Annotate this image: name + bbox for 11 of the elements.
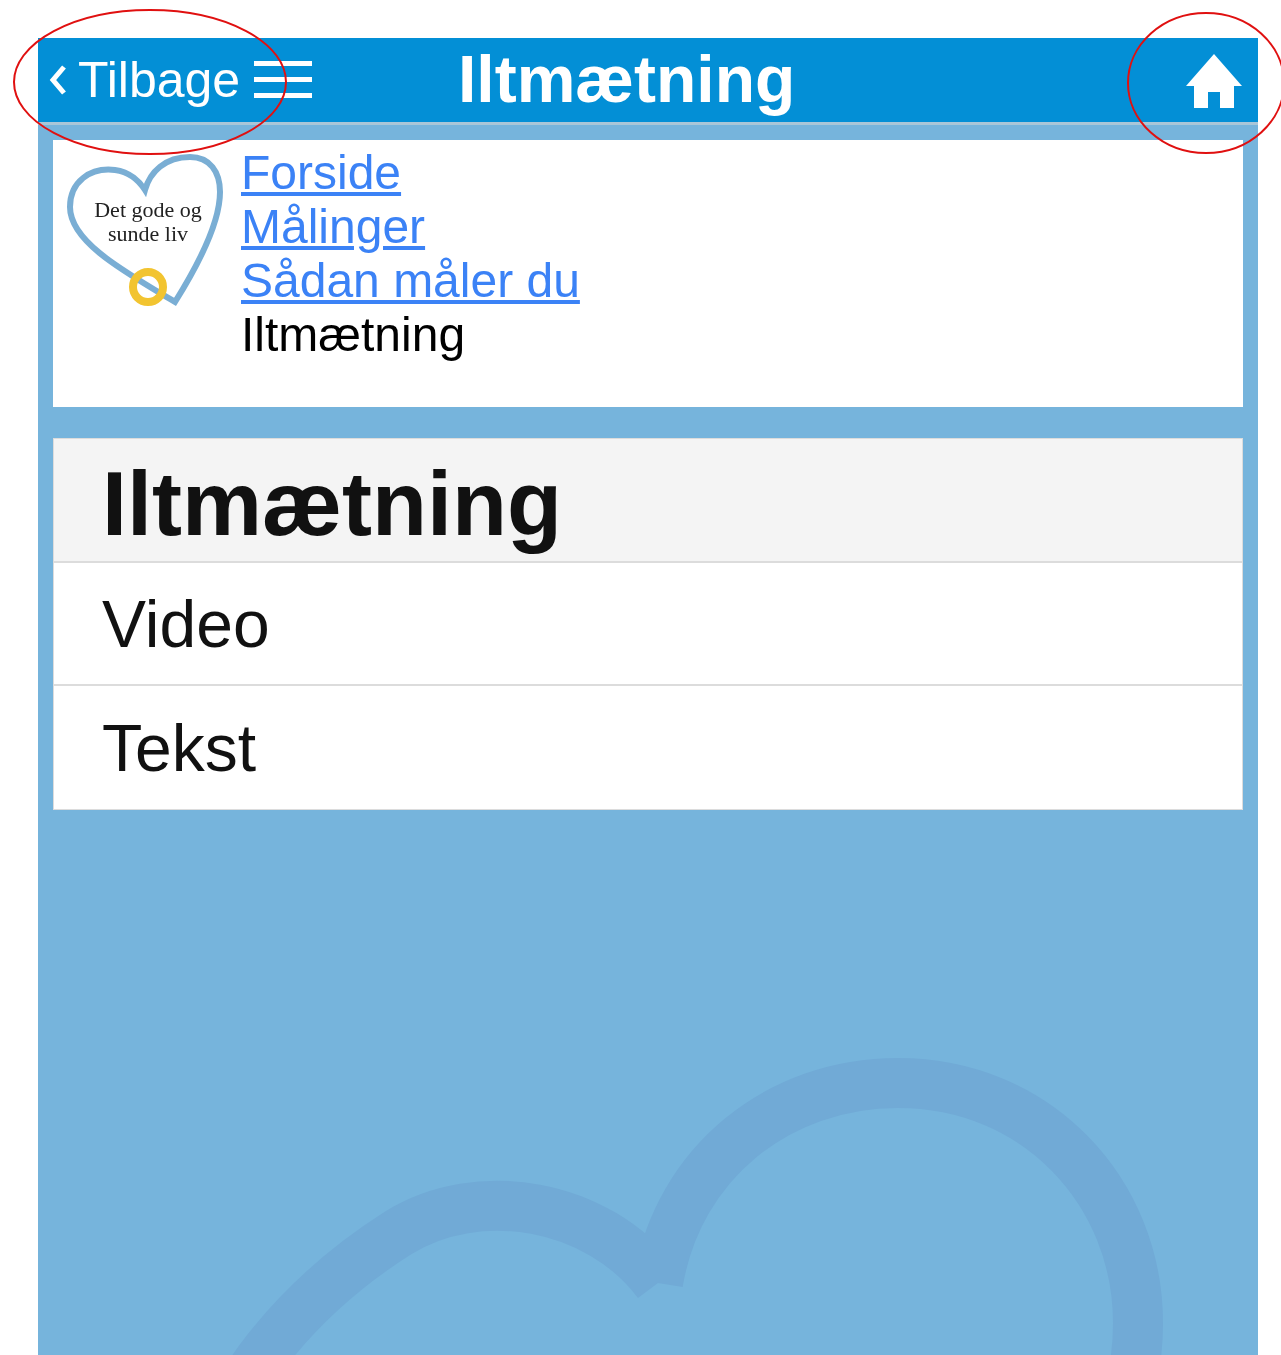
list-item[interactable]: Tekst <box>54 686 1242 809</box>
breadcrumb-link[interactable]: Forside <box>241 146 402 200</box>
home-icon[interactable] <box>1186 54 1242 108</box>
menu-icon[interactable] <box>254 59 313 101</box>
chevron-left-icon <box>48 63 68 97</box>
logo-text: Det gode og sunde liv <box>93 198 203 246</box>
list-item[interactable]: Video <box>54 563 1242 686</box>
breadcrumb-current: Iltmætning <box>241 308 466 362</box>
breadcrumb-link[interactable]: Målinger <box>241 200 426 254</box>
section-heading: Iltmætning <box>54 439 1242 563</box>
breadcrumb-link[interactable]: Sådan måler du <box>241 254 580 308</box>
